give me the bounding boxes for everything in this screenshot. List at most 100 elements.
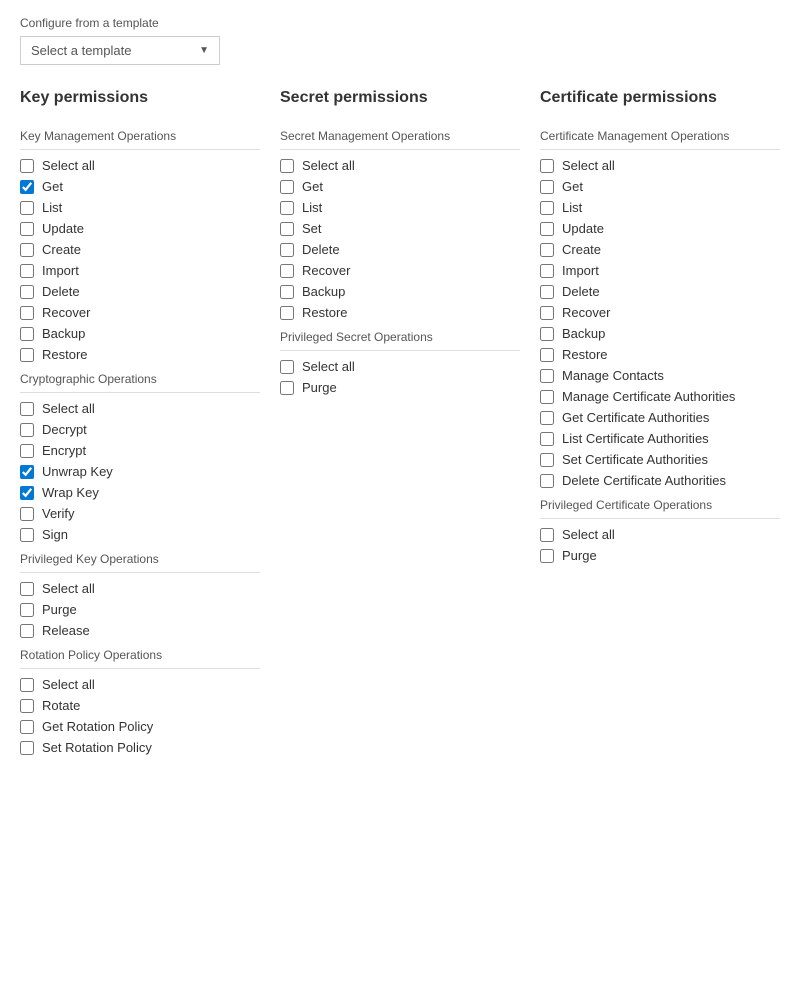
checkbox-key-1-4[interactable] — [20, 486, 34, 500]
checkbox-item-key-0-8: Backup — [20, 326, 260, 341]
configure-label: Configure from a template — [20, 16, 780, 30]
checkbox-key-0-8[interactable] — [20, 327, 34, 341]
checkbox-certificate-0-12[interactable] — [540, 411, 554, 425]
checkbox-item-key-1-2: Encrypt — [20, 443, 260, 458]
checkbox-secret-0-1[interactable] — [280, 180, 294, 194]
checkbox-key-3-2[interactable] — [20, 720, 34, 734]
checkbox-key-1-2[interactable] — [20, 444, 34, 458]
checkbox-item-key-0-4: Create — [20, 242, 260, 257]
checkbox-certificate-1-1[interactable] — [540, 549, 554, 563]
checkbox-item-secret-1-0: Select all — [280, 359, 520, 374]
checkbox-key-1-6[interactable] — [20, 528, 34, 542]
checkbox-key-3-3[interactable] — [20, 741, 34, 755]
checkbox-secret-0-4[interactable] — [280, 243, 294, 257]
checkbox-label-key-0-6: Delete — [42, 284, 80, 299]
checkbox-key-3-1[interactable] — [20, 699, 34, 713]
checkbox-label-key-3-2: Get Rotation Policy — [42, 719, 153, 734]
section-title-key-1: Cryptographic Operations — [20, 372, 260, 386]
checkbox-key-0-5[interactable] — [20, 264, 34, 278]
checkbox-key-0-1[interactable] — [20, 180, 34, 194]
checkbox-label-certificate-0-10: Manage Contacts — [562, 368, 664, 383]
checkbox-key-1-5[interactable] — [20, 507, 34, 521]
checkbox-secret-0-5[interactable] — [280, 264, 294, 278]
checkbox-certificate-0-13[interactable] — [540, 432, 554, 446]
checkbox-item-certificate-0-13: List Certificate Authorities — [540, 431, 780, 446]
checkbox-item-key-0-1: Get — [20, 179, 260, 194]
checkbox-secret-0-2[interactable] — [280, 201, 294, 215]
checkbox-secret-1-1[interactable] — [280, 381, 294, 395]
checkbox-key-2-1[interactable] — [20, 603, 34, 617]
checkbox-label-key-2-1: Purge — [42, 602, 77, 617]
section-key-1: Cryptographic OperationsSelect allDecryp… — [20, 372, 260, 542]
section-certificate-1: Privileged Certificate Operations Select … — [540, 498, 780, 563]
checkbox-certificate-0-1[interactable] — [540, 180, 554, 194]
checkbox-key-0-7[interactable] — [20, 306, 34, 320]
checkbox-item-key-3-0: Select all — [20, 677, 260, 692]
checkbox-certificate-0-8[interactable] — [540, 327, 554, 341]
section-secret-1: Privileged Secret OperationsSelect allPu… — [280, 330, 520, 395]
checkbox-key-0-4[interactable] — [20, 243, 34, 257]
section-title-certificate-0: Certificate Management Operations — [540, 129, 780, 143]
checkbox-key-0-9[interactable] — [20, 348, 34, 362]
checkbox-key-1-1[interactable] — [20, 423, 34, 437]
checkbox-label-key-0-4: Create — [42, 242, 81, 257]
checkbox-key-3-0[interactable] — [20, 678, 34, 692]
checkbox-item-key-2-0: Select all — [20, 581, 260, 596]
checkbox-item-secret-0-1: Get — [280, 179, 520, 194]
checkbox-key-2-0[interactable] — [20, 582, 34, 596]
checkbox-label-certificate-0-0: Select all — [562, 158, 615, 173]
checkbox-item-secret-0-3: Set — [280, 221, 520, 236]
checkbox-label-key-0-7: Recover — [42, 305, 90, 320]
checkbox-certificate-0-11[interactable] — [540, 390, 554, 404]
checkbox-item-key-0-3: Update — [20, 221, 260, 236]
checkbox-item-secret-0-5: Recover — [280, 263, 520, 278]
checkbox-certificate-0-0[interactable] — [540, 159, 554, 173]
checkbox-item-certificate-0-6: Delete — [540, 284, 780, 299]
checkbox-label-key-0-5: Import — [42, 263, 79, 278]
checkbox-certificate-0-6[interactable] — [540, 285, 554, 299]
checkbox-certificate-0-14[interactable] — [540, 453, 554, 467]
checkbox-label-certificate-0-14: Set Certificate Authorities — [562, 452, 708, 467]
checkbox-label-secret-0-6: Backup — [302, 284, 345, 299]
checkbox-secret-0-0[interactable] — [280, 159, 294, 173]
checkbox-item-certificate-0-12: Get Certificate Authorities — [540, 410, 780, 425]
checkbox-label-certificate-0-2: List — [562, 200, 582, 215]
checkbox-key-1-3[interactable] — [20, 465, 34, 479]
checkbox-item-key-1-5: Verify — [20, 506, 260, 521]
checkbox-secret-1-0[interactable] — [280, 360, 294, 374]
section-certificate-0: Certificate Management Operations Select … — [540, 129, 780, 488]
chevron-down-icon: ▼ — [199, 45, 209, 56]
checkbox-label-key-1-4: Wrap Key — [42, 485, 99, 500]
checkbox-secret-0-7[interactable] — [280, 306, 294, 320]
checkbox-certificate-0-7[interactable] — [540, 306, 554, 320]
permissions-grid: Key permissionsKey Management Operations… — [20, 89, 780, 765]
checkbox-item-certificate-0-7: Recover — [540, 305, 780, 320]
checkbox-certificate-0-10[interactable] — [540, 369, 554, 383]
checkbox-key-0-3[interactable] — [20, 222, 34, 236]
divider-certificate-1 — [540, 518, 780, 519]
checkbox-key-1-0[interactable] — [20, 402, 34, 416]
checkbox-certificate-0-9[interactable] — [540, 348, 554, 362]
checkbox-secret-0-3[interactable] — [280, 222, 294, 236]
checkbox-certificate-0-2[interactable] — [540, 201, 554, 215]
section-key-0: Key Management OperationsSelect allGetLi… — [20, 129, 260, 362]
checkbox-item-certificate-1-0: Select all — [540, 527, 780, 542]
checkbox-label-key-3-3: Set Rotation Policy — [42, 740, 152, 755]
checkbox-certificate-1-0[interactable] — [540, 528, 554, 542]
checkbox-key-2-2[interactable] — [20, 624, 34, 638]
checkbox-key-0-6[interactable] — [20, 285, 34, 299]
checkbox-label-secret-1-0: Select all — [302, 359, 355, 374]
checkbox-certificate-0-5[interactable] — [540, 264, 554, 278]
checkbox-key-0-0[interactable] — [20, 159, 34, 173]
checkbox-certificate-0-4[interactable] — [540, 243, 554, 257]
divider-key-3 — [20, 668, 260, 669]
checkbox-certificate-0-3[interactable] — [540, 222, 554, 236]
template-dropdown[interactable]: Select a template ▼ — [20, 36, 220, 65]
checkbox-secret-0-6[interactable] — [280, 285, 294, 299]
checkbox-item-certificate-0-0: Select all — [540, 158, 780, 173]
checkbox-certificate-0-15[interactable] — [540, 474, 554, 488]
checkbox-label-key-0-3: Update — [42, 221, 84, 236]
checkbox-label-certificate-0-12: Get Certificate Authorities — [562, 410, 709, 425]
section-title-certificate-1: Privileged Certificate Operations — [540, 498, 780, 512]
checkbox-key-0-2[interactable] — [20, 201, 34, 215]
